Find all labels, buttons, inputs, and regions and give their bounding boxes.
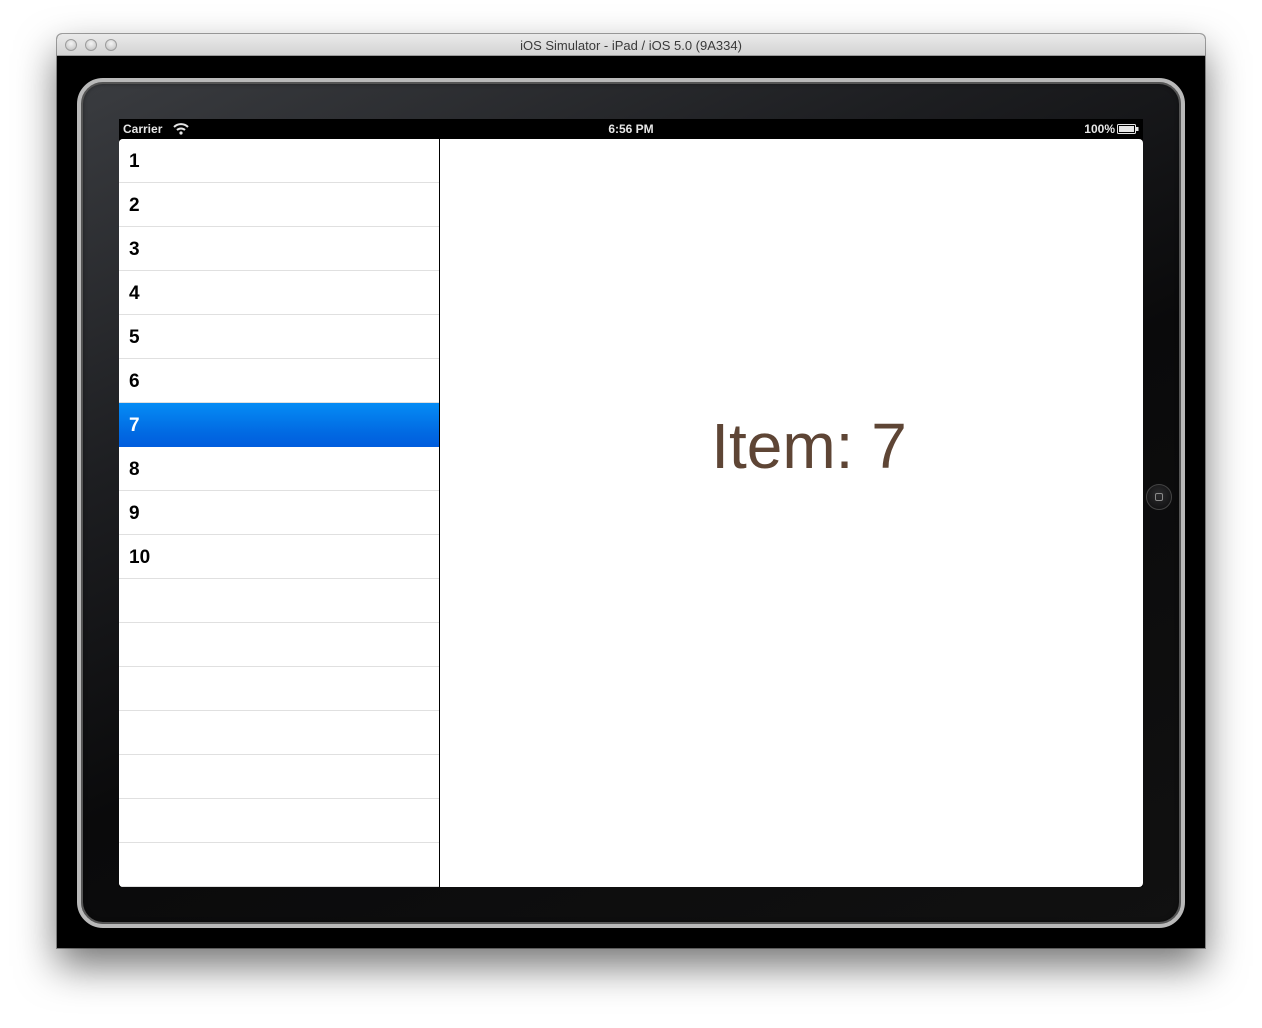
table-row[interactable]: 4 [119,271,439,315]
home-square-icon [1155,493,1163,501]
ipad-screen: Carrier 6:56 PM 100% 1 2 3 4 5 6 7 8 9 10 Item: 7 [119,119,1143,887]
table-row[interactable]: 1 [119,139,439,183]
row-label: 3 [129,239,140,260]
table-row[interactable] [119,623,439,667]
row-label: 6 [129,371,140,392]
row-label: 10 [129,547,151,568]
row-label: 7 [129,415,140,436]
device-area: Carrier 6:56 PM 100% 1 2 3 4 5 6 7 8 9 10 Item: 7 [57,56,1205,948]
detail-item-label: Item: 7 [711,410,907,482]
table-row[interactable] [119,711,439,755]
table-row[interactable] [119,755,439,799]
row-label: 9 [129,503,140,524]
table-row[interactable] [119,799,439,843]
table-row[interactable]: 9 [119,491,439,535]
home-button[interactable] [1146,484,1172,510]
row-label: 5 [129,327,140,348]
table-row[interactable] [119,843,439,887]
table-row[interactable]: 5 [119,315,439,359]
simulator-window: iOS Simulator - iPad / iOS 5.0 (9A334) C… [57,34,1205,948]
table-row[interactable]: 2 [119,183,439,227]
table-row[interactable]: 6 [119,359,439,403]
table-row-selected[interactable]: 7 [119,403,439,447]
status-time: 6:56 PM [608,122,654,136]
status-bar: Carrier 6:56 PM 100% [119,119,1143,139]
row-label: 4 [129,283,140,304]
table-row[interactable]: 10 [119,535,439,579]
table-row[interactable]: 3 [119,227,439,271]
battery-percent: 100% [1084,122,1115,136]
master-table-view[interactable]: 1 2 3 4 5 6 7 8 9 10 [119,139,439,887]
window-titlebar[interactable]: iOS Simulator - iPad / iOS 5.0 (9A334) [57,34,1205,56]
row-label: 8 [129,459,140,480]
table-row[interactable]: 8 [119,447,439,491]
table-row[interactable] [119,667,439,711]
table-row[interactable] [119,579,439,623]
battery-icon [1117,124,1139,134]
window-title: iOS Simulator - iPad / iOS 5.0 (9A334) [520,38,742,53]
detail-view: Item: 7 [440,139,1143,887]
row-label: 1 [129,151,140,172]
row-label: 2 [129,195,140,216]
